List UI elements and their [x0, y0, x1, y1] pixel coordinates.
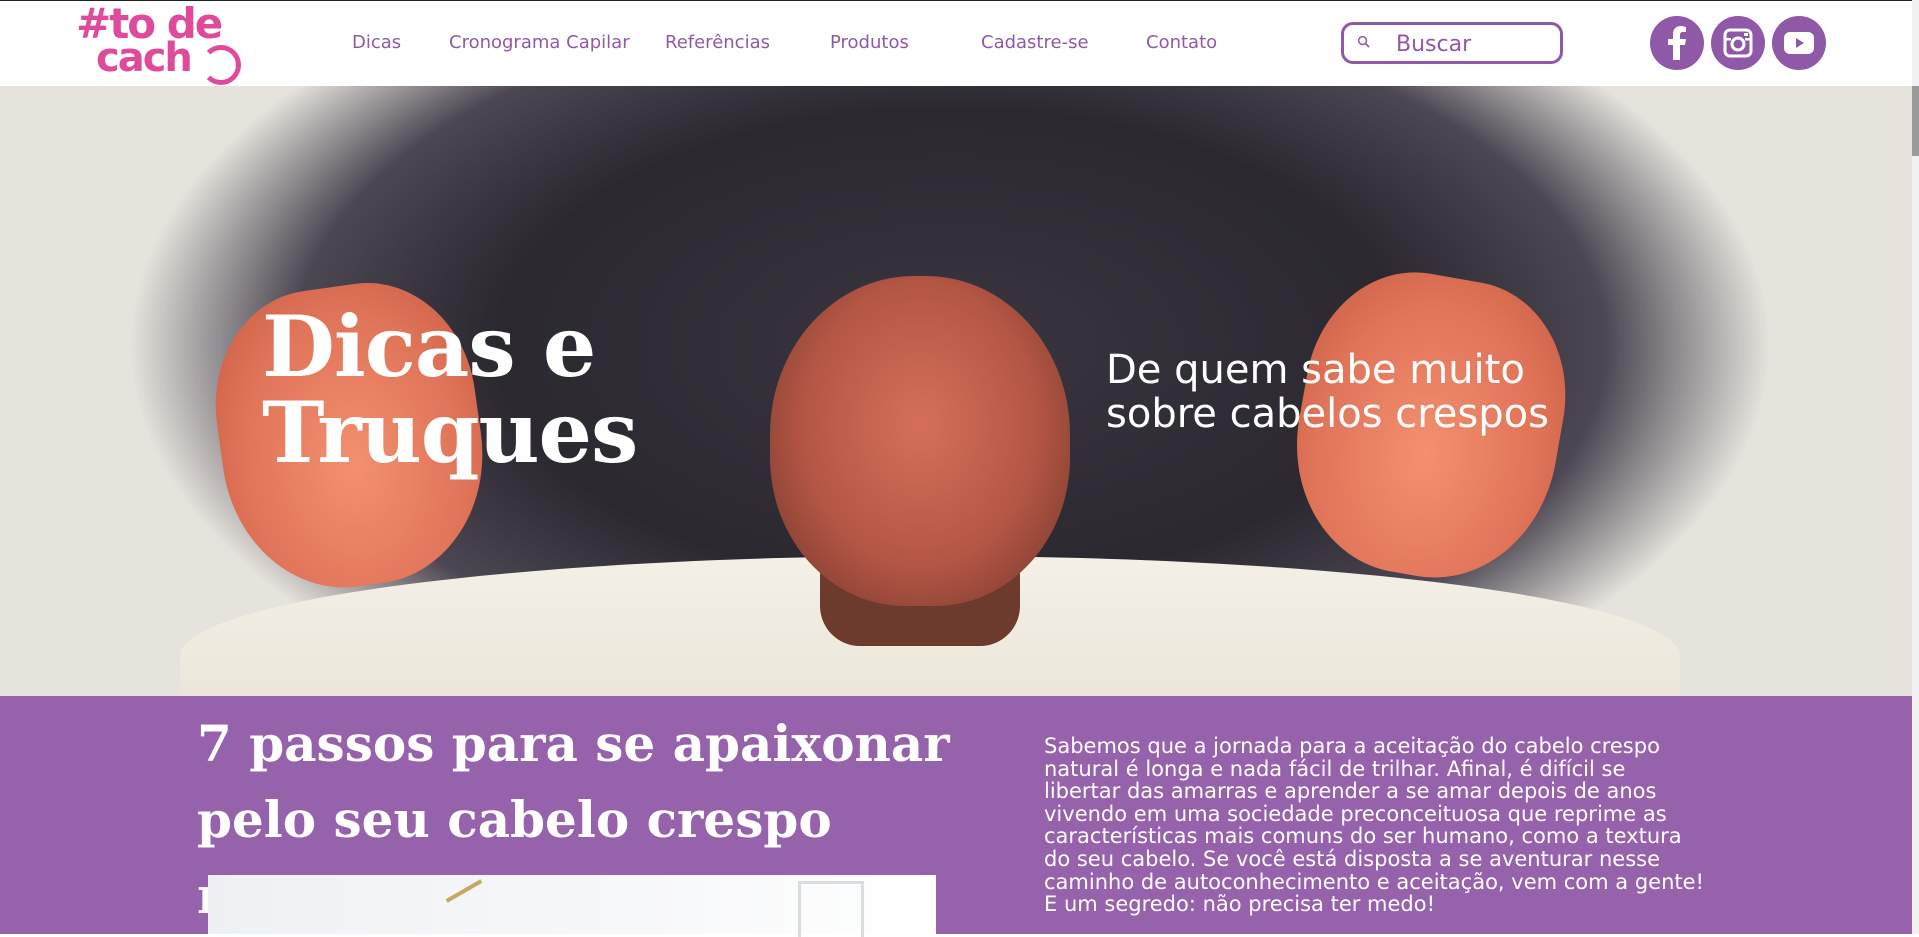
hero-banner: Dicas e Truques De quem sabe muito sobre…	[0, 86, 1912, 696]
facebook-button[interactable]	[1650, 16, 1704, 70]
search-icon[interactable]	[1357, 35, 1370, 48]
article-excerpt: Sabemos que a jornada para a aceitação d…	[1044, 734, 1704, 917]
article-image[interactable]	[208, 875, 936, 937]
nav-item-cronograma-capilar[interactable]: Cronograma Capilar	[449, 32, 630, 53]
search-box[interactable]	[1341, 22, 1563, 64]
nav-item-referencias[interactable]: Referências	[665, 32, 770, 53]
article-image-window	[798, 881, 864, 937]
instagram-button[interactable]	[1711, 16, 1765, 70]
nav-item-dicas[interactable]: Dicas	[352, 32, 401, 53]
hero-image-face	[770, 276, 1070, 606]
hero-title-line-1: Dicas e	[262, 297, 596, 396]
article-title-line-1: 7 passos para se apaixonar	[197, 714, 950, 773]
site-header: #to de cach Dicas Cronograma Capilar Ref…	[0, 0, 1919, 86]
hero-subtitle: De quem sabe muito sobre cabelos crespos	[1106, 348, 1626, 436]
instagram-icon	[1723, 28, 1753, 58]
nav-item-cadastre-se[interactable]: Cadastre-se	[981, 32, 1089, 53]
nav-item-produtos[interactable]: Produtos	[830, 32, 909, 53]
youtube-icon	[1784, 32, 1814, 54]
hero-title: Dicas e Truques	[262, 304, 722, 476]
facebook-icon	[1668, 26, 1686, 60]
search-input[interactable]	[1394, 28, 1558, 60]
hero-subtitle-line-1: De quem sabe muito	[1106, 347, 1525, 393]
main-nav: Dicas Cronograma Capilar Referências Pro…	[0, 1, 1300, 87]
page-scrollbar-thumb[interactable]	[1912, 86, 1919, 156]
article-image-lamp	[445, 879, 483, 903]
youtube-button[interactable]	[1772, 16, 1826, 70]
nav-item-contato[interactable]: Contato	[1146, 32, 1217, 53]
hero-subtitle-line-2: sobre cabelos crespos	[1106, 391, 1549, 437]
hero-title-line-2: Truques	[262, 383, 638, 482]
